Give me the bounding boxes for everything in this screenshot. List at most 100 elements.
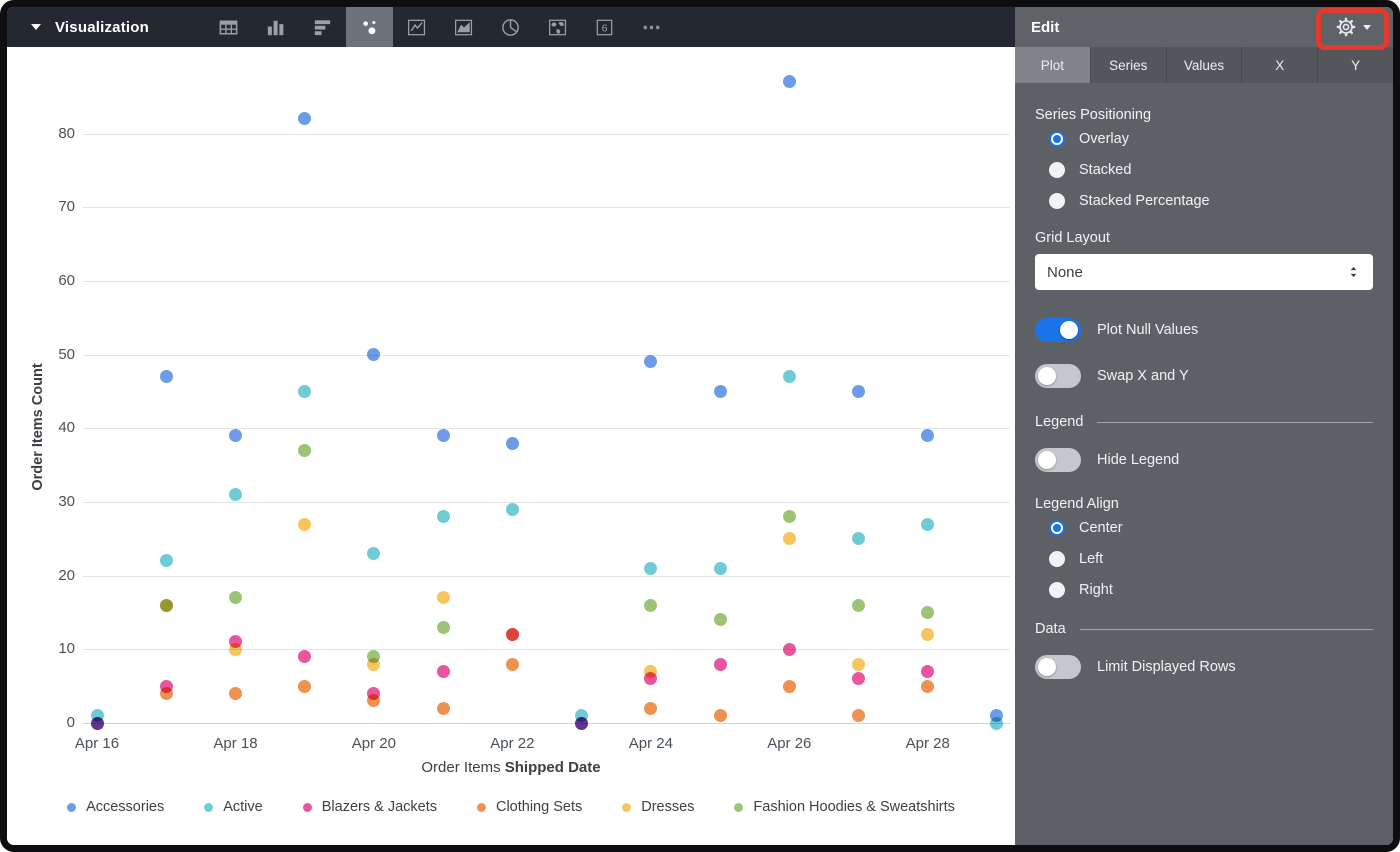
data-point-clothing-sets[interactable] [783, 680, 796, 693]
radio-stacked-percentage[interactable]: Stacked Percentage [1049, 185, 1373, 216]
data-point-active[interactable] [506, 503, 519, 516]
data-point-blazers-jackets[interactable] [437, 665, 450, 678]
data-point-dresses[interactable] [852, 658, 865, 671]
data-point-active[interactable] [644, 562, 657, 575]
grid-layout-select[interactable]: None [1035, 254, 1373, 290]
data-point-active[interactable] [783, 370, 796, 383]
data-point-fashion-hoodies-sweatshirts[interactable] [298, 444, 311, 457]
data-point-clothing-sets[interactable] [852, 709, 865, 722]
radio-overlay[interactable]: Overlay [1049, 123, 1373, 154]
data-point-active[interactable] [160, 554, 173, 567]
data-point-dresses[interactable] [437, 591, 450, 604]
more-vis-types-icon[interactable] [628, 7, 675, 47]
data-point-blazers-jackets[interactable] [852, 672, 865, 685]
data-point-accessories[interactable] [298, 112, 311, 125]
legend-item[interactable]: Clothing Sets [477, 799, 582, 815]
data-point-fashion-hoodies-sweatshirts[interactable] [644, 599, 657, 612]
radio-stacked-control[interactable] [1049, 162, 1065, 178]
tab-y[interactable]: Y [1318, 47, 1393, 83]
bar-chart-icon[interactable] [299, 7, 346, 47]
tab-values[interactable]: Values [1167, 47, 1243, 83]
data-point-active[interactable] [714, 562, 727, 575]
data-point-clothing-sets[interactable] [437, 702, 450, 715]
data-point-fashion-hoodies-sweatshirts[interactable] [852, 599, 865, 612]
radio-left-control[interactable] [1049, 551, 1065, 567]
data-point-fashion-hoodies-sweatshirts[interactable] [229, 591, 242, 604]
data-point-fashion-hoodies-sweatshirts[interactable] [714, 613, 727, 626]
data-point-active[interactable] [921, 518, 934, 531]
collapse-caret-icon[interactable] [31, 24, 41, 30]
data-point-dresses[interactable] [921, 628, 934, 641]
data-point-blazers-jackets[interactable] [714, 658, 727, 671]
single-value-icon[interactable]: 6 [581, 7, 628, 47]
line-chart-icon[interactable] [393, 7, 440, 47]
pie-chart-icon[interactable] [487, 7, 534, 47]
table-vis-icon[interactable] [205, 7, 252, 47]
data-point-dresses[interactable] [506, 628, 519, 641]
data-point-accessories[interactable] [852, 385, 865, 398]
tab-plot[interactable]: Plot [1015, 47, 1091, 83]
legend-item[interactable]: Blazers & Jackets [303, 799, 437, 815]
hide-legend-toggle-row[interactable]: Hide Legend [1035, 448, 1373, 472]
data-point-accessories[interactable] [783, 75, 796, 88]
radio-right[interactable]: Right [1049, 574, 1373, 605]
data-point-dresses[interactable] [298, 518, 311, 531]
data-point-dresses[interactable] [783, 532, 796, 545]
radio-right-control[interactable] [1049, 582, 1065, 598]
data-point-fashion-hoodies-sweatshirts[interactable] [783, 510, 796, 523]
legend-item[interactable]: Accessories [67, 799, 164, 815]
data-point-clothing-sets[interactable] [160, 687, 173, 700]
data-point-accessories[interactable] [367, 348, 380, 361]
radio-stacked-percentage-control[interactable] [1049, 193, 1065, 209]
swap-x-y-toggle-row[interactable]: Swap X and Y [1035, 364, 1373, 388]
plot-null-values-switch[interactable] [1035, 318, 1081, 342]
data-point-accessories[interactable] [229, 429, 242, 442]
scatter-chart-icon[interactable] [346, 7, 393, 47]
data-point-active[interactable] [990, 717, 1003, 730]
data-point-active[interactable] [437, 510, 450, 523]
data-point-clothing-sets[interactable] [506, 658, 519, 671]
legend-item[interactable]: Fashion Hoodies & Sweatshirts [734, 799, 955, 815]
data-point-fashion-hoodies-sweatshirts[interactable] [437, 621, 450, 634]
data-point-accessories[interactable] [160, 370, 173, 383]
area-chart-icon[interactable] [440, 7, 487, 47]
limit-displayed-rows-switch[interactable] [1035, 655, 1081, 679]
radio-overlay-control[interactable] [1049, 131, 1065, 147]
data-point-active[interactable] [298, 385, 311, 398]
data-point-clothing-sets[interactable] [921, 680, 934, 693]
data-point-blazers-jackets[interactable] [91, 717, 104, 730]
data-point-blazers-jackets[interactable] [298, 650, 311, 663]
legend-item[interactable]: Dresses [622, 799, 694, 815]
data-point-active[interactable] [229, 488, 242, 501]
radio-stacked[interactable]: Stacked [1049, 154, 1373, 185]
map-chart-icon[interactable] [534, 7, 581, 47]
swap-x-y-switch[interactable] [1035, 364, 1081, 388]
data-point-clothing-sets[interactable] [714, 709, 727, 722]
data-point-blazers-jackets[interactable] [921, 665, 934, 678]
data-point-active[interactable] [852, 532, 865, 545]
column-chart-icon[interactable] [252, 7, 299, 47]
plot-null-values-toggle-row[interactable]: Plot Null Values [1035, 318, 1373, 342]
data-point-clothing-sets[interactable] [367, 694, 380, 707]
radio-left[interactable]: Left [1049, 543, 1373, 574]
data-point-accessories[interactable] [644, 355, 657, 368]
radio-center-control[interactable] [1049, 520, 1065, 536]
data-point-fashion-hoodies-sweatshirts[interactable] [160, 599, 173, 612]
data-point-accessories[interactable] [714, 385, 727, 398]
data-point-fashion-hoodies-sweatshirts[interactable] [921, 606, 934, 619]
data-point-accessories[interactable] [921, 429, 934, 442]
data-point-clothing-sets[interactable] [644, 702, 657, 715]
radio-center[interactable]: Center [1049, 512, 1373, 543]
data-point-blazers-jackets[interactable] [783, 643, 796, 656]
data-point-accessories[interactable] [437, 429, 450, 442]
legend-item[interactable]: Active [204, 799, 263, 815]
hide-legend-switch[interactable] [1035, 448, 1081, 472]
limit-displayed-rows-toggle-row[interactable]: Limit Displayed Rows [1035, 655, 1373, 679]
data-point-clothing-sets[interactable] [298, 680, 311, 693]
tab-series[interactable]: Series [1091, 47, 1167, 83]
data-point-active[interactable] [367, 547, 380, 560]
settings-menu-button[interactable] [1334, 7, 1371, 47]
data-point-accessories[interactable] [506, 437, 519, 450]
data-point-blazers-jackets[interactable] [575, 717, 588, 730]
tab-x[interactable]: X [1242, 47, 1318, 83]
